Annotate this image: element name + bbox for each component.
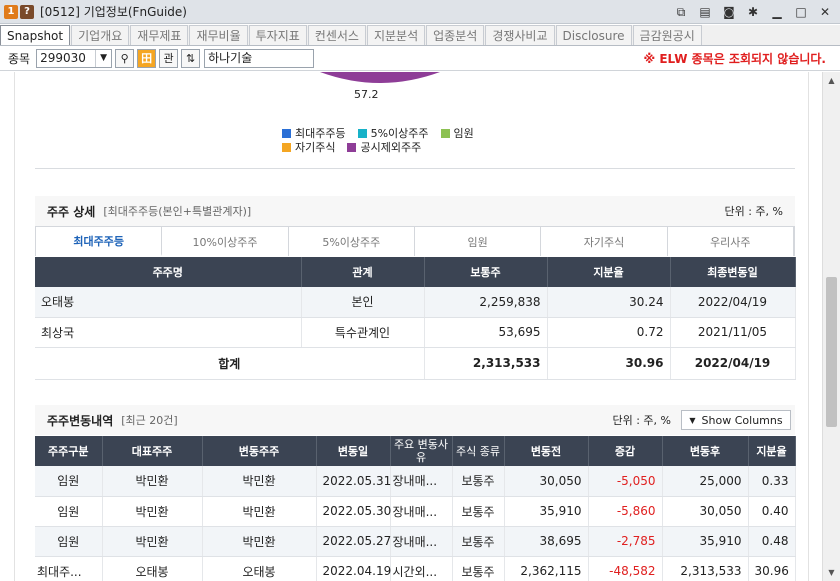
- help-icon[interactable]: ?: [20, 4, 34, 19]
- table-row: 임원 박민환 박민환 2022.05.31 장내매... 보통주 30,050 -5,050 2…: [35, 466, 796, 497]
- pie-chart: [320, 72, 440, 83]
- tab-disclosure[interactable]: Disclosure: [555, 25, 632, 45]
- changes-table: 주주구분 대표주주 변동주주 변동일 주요 변동사유 주식 종류 변동전 증감 …: [35, 436, 796, 581]
- chevron-down-icon: ▼: [689, 415, 696, 425]
- column-header[interactable]: 증감: [588, 436, 663, 466]
- show-columns-button[interactable]: ▼ Show Columns: [681, 410, 791, 430]
- search-icon[interactable]: ⚲: [115, 48, 135, 68]
- tab-employee-stock[interactable]: 우리사주: [668, 227, 794, 256]
- content-area: 57.2 최대주주등 5%이상주주 임원 자기주식 공시제외주주 주주 상세 […: [0, 72, 822, 581]
- kwan-button[interactable]: 관: [159, 48, 179, 68]
- column-header[interactable]: 변동전: [504, 436, 589, 466]
- tab-treasury-stock[interactable]: 자기주식: [541, 227, 668, 256]
- changes-section-header: 주주변동내역 [최근 20건] 단위 : 주, % ▼ Show Columns: [35, 405, 795, 435]
- tab-5pct-holders[interactable]: 5%이상주주: [289, 227, 415, 256]
- legend-item: 임원: [440, 125, 474, 141]
- legend-item: 자기주식: [282, 139, 335, 155]
- tab-investment-indicators[interactable]: 투자지표: [248, 25, 307, 45]
- table-row: 오태봉 본인 2,259,838 30.24 2022/04/19: [35, 287, 796, 318]
- scroll-down-icon[interactable]: ▼: [823, 564, 840, 581]
- window-title: [0512] 기업정보(FnGuide): [40, 5, 187, 19]
- stock-code-value: 299030: [40, 51, 86, 65]
- tab-snapshot[interactable]: Snapshot: [0, 25, 71, 45]
- section-subtitle: [최대주주등(본인+특별관계자)]: [103, 205, 252, 218]
- tab-competitors[interactable]: 경쟁사비교: [485, 25, 555, 45]
- column-header[interactable]: 보통주: [424, 257, 548, 287]
- close-icon[interactable]: ✕: [816, 3, 834, 21]
- stock-label: 종목: [8, 51, 31, 66]
- favorite-icon[interactable]: 田: [137, 48, 157, 68]
- stock-code-combo[interactable]: 299030 ▼: [36, 48, 113, 68]
- column-header[interactable]: 관계: [301, 257, 425, 287]
- camera-icon[interactable]: ◙: [720, 3, 738, 21]
- stock-name-field[interactable]: 하나기술: [204, 48, 315, 68]
- column-header[interactable]: 변동일: [316, 436, 391, 466]
- column-header[interactable]: 주식 종류: [452, 436, 505, 466]
- column-header[interactable]: 주요 변동사유: [390, 436, 453, 466]
- scroll-up-icon[interactable]: ▲: [823, 72, 840, 89]
- pie-slice-undisclosed: [320, 72, 440, 83]
- main-tabs: Snapshot 기업개요 재무제표 재무비율 투자지표 컨센서스 지분분석 업…: [0, 25, 840, 46]
- table-row: 임원 박민환 박민환 2022.05.30 장내매... 보통주 35,910 -5,860 3…: [35, 496, 796, 527]
- print-icon[interactable]: ▤: [696, 3, 714, 21]
- toolbar: 종목 299030 ▼ ⚲ 田 관 ⇅ 하나기술 ※ ELW 종목은 조회되지 …: [0, 46, 840, 71]
- unit-label: 단위 : 주, %: [612, 414, 671, 427]
- chevron-down-icon[interactable]: ▼: [95, 49, 111, 67]
- tab-largest-holders[interactable]: 최대주주등: [36, 227, 163, 256]
- elw-warning: ※ ELW 종목은 조회되지 않습니다.: [643, 52, 826, 66]
- section-title: 주주 상세: [47, 204, 96, 219]
- holders-table: 주주명 관계 보통주 지분율 최종변동일 오태봉 본인 2,259,838 30…: [35, 257, 796, 380]
- section-title: 주주변동내역: [47, 413, 114, 428]
- column-header[interactable]: 변동주주: [202, 436, 317, 466]
- column-header[interactable]: 변동후: [662, 436, 749, 466]
- tab-fss-disclosure[interactable]: 금감원공시: [632, 25, 702, 45]
- unit-label: 단위 : 주, %: [724, 205, 783, 218]
- chart-legend-row2: 자기주식 공시제외주주: [282, 139, 421, 155]
- holder-tabs: 최대주주등 10%이상주주 5%이상주주 임원 자기주식 우리사주: [35, 226, 795, 256]
- column-header[interactable]: 대표주주: [102, 436, 203, 466]
- vertical-scrollbar[interactable]: ▲ ▼: [822, 72, 840, 581]
- scrollbar-thumb[interactable]: [826, 277, 837, 427]
- tab-company-overview[interactable]: 기업개요: [71, 25, 130, 45]
- table-row: 임원 박민환 박민환 2022.05.27 장내매... 보통주 38,695 -2,785 3…: [35, 526, 796, 557]
- table-row: 최대주... 오태봉 오태봉 2022.04.19 시간외... 보통주 2,362,115…: [35, 556, 796, 581]
- tab-executives[interactable]: 임원: [415, 227, 542, 256]
- title-bar: 1 ? [0512] 기업정보(FnGuide) ⧉ ▤ ◙ ✱ ▁ □ ✕: [0, 0, 840, 24]
- copy-icon[interactable]: ⧉: [672, 3, 690, 21]
- app-icon: 1: [4, 4, 18, 19]
- tab-financial-statements[interactable]: 재무제표: [130, 25, 189, 45]
- tab-consensus[interactable]: 컨센서스: [307, 25, 366, 45]
- pie-value-label: 57.2: [354, 88, 379, 101]
- tab-industry[interactable]: 업종분석: [426, 25, 485, 45]
- column-header[interactable]: 최종변동일: [670, 257, 796, 287]
- tab-10pct-holders[interactable]: 10%이상주주: [162, 227, 289, 256]
- section-subtitle: [최근 20건]: [121, 414, 178, 427]
- tab-ownership[interactable]: 지분분석: [366, 25, 426, 45]
- maximize-icon[interactable]: □: [792, 3, 810, 21]
- column-header[interactable]: 주주구분: [35, 436, 103, 466]
- column-header[interactable]: 지분율: [748, 436, 796, 466]
- total-row: 합계 2,313,533 30.96 2022/04/19: [35, 347, 796, 380]
- holders-section-header: 주주 상세 [최대주주등(본인+특별관계자)] 단위 : 주, %: [35, 196, 795, 226]
- column-header[interactable]: 지분율: [547, 257, 671, 287]
- tab-financial-ratios[interactable]: 재무비율: [189, 25, 248, 45]
- legend-item: 공시제외주주: [347, 139, 421, 155]
- sync-icon[interactable]: ⇅: [181, 48, 201, 68]
- column-header[interactable]: 주주명: [35, 257, 302, 287]
- gear-icon[interactable]: ✱: [744, 3, 762, 21]
- table-row: 최상국 특수관계인 53,695 0.72 2021/11/05: [35, 317, 796, 348]
- minimize-icon[interactable]: ▁: [768, 3, 786, 21]
